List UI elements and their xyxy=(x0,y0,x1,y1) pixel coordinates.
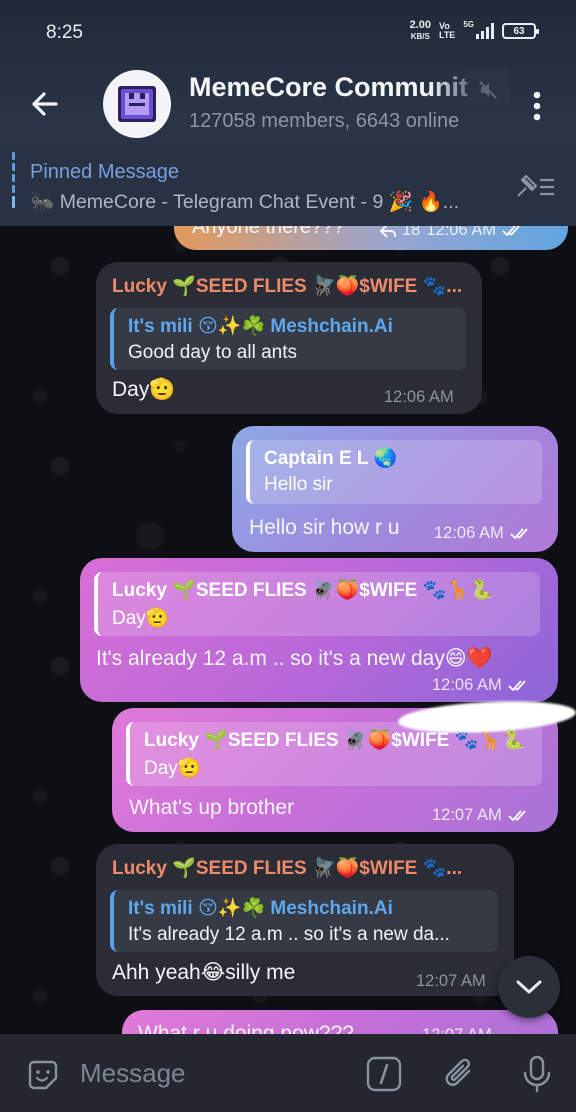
message-meta: 12:07 AM xyxy=(422,1026,492,1034)
message-input[interactable]: Message xyxy=(80,1058,186,1089)
read-receipt-icon xyxy=(510,527,528,539)
attach-paperclip-icon[interactable] xyxy=(442,1054,478,1094)
chat-app-bar: MemeCore Communit 127058 members, 6643 o… xyxy=(0,64,576,146)
reply-preview[interactable]: Captain E L 🌏 Hello sir xyxy=(246,440,542,504)
more-options-icon[interactable] xyxy=(522,86,552,126)
message-time: 12:06 AM xyxy=(426,226,497,239)
reply-author: It's mili 😚✨☘️ Meshchain.Ai xyxy=(128,898,393,919)
back-arrow-icon[interactable] xyxy=(26,84,66,124)
read-receipt-icon xyxy=(502,226,520,236)
reply-preview[interactable]: Lucky 🌱SEED FLIES 🪰🍑$WIFE 🐾🦒🐍 Day🫡 xyxy=(94,572,540,636)
network-type: 5G xyxy=(463,20,474,29)
net-speed: 2.00 KB/S xyxy=(409,19,431,42)
reply-text: Day🫡 xyxy=(112,608,170,629)
chat-subtitle: 127058 members, 6643 online xyxy=(189,110,460,132)
battery-icon: 63 xyxy=(502,23,539,39)
message-meta: 12:06 AM xyxy=(384,388,454,407)
message-time: 12:06 AM xyxy=(432,676,502,694)
top-header: 8:25 2.00 KB/S Vo LTE 5G 63 MemeCore Com… xyxy=(0,0,576,226)
status-time: 8:25 xyxy=(46,22,83,43)
message-text: It's already 12 a.m .. so it's a new day… xyxy=(96,647,493,670)
sender-name[interactable]: Lucky 🌱SEED FLIES 🪰🍑$WIFE 🐾... xyxy=(112,274,462,298)
message-text: Day🫡 xyxy=(112,378,176,401)
reply-text: It's already 12 a.m .. so it's a new da.… xyxy=(128,924,450,945)
group-avatar[interactable] xyxy=(103,70,171,138)
message-bubble-outgoing[interactable]: What r u doing now??? 12:07 AM xyxy=(122,1010,558,1034)
pinned-text: 🐜 MemeCore - Telegram Chat Event - 9 🎉 🔥… xyxy=(30,191,460,213)
chevron-down-icon xyxy=(516,980,542,994)
signal-icon xyxy=(476,23,494,39)
message-composer: Message xyxy=(0,1034,576,1112)
message-time: 12:06 AM xyxy=(434,524,504,542)
reply-text: Day🫡 xyxy=(144,758,202,779)
message-bubble-incoming[interactable]: Lucky 🌱SEED FLIES 🪰🍑$WIFE 🐾... It's mili… xyxy=(96,262,482,414)
reply-arrow-icon xyxy=(380,226,396,238)
message-time: 12:07 AM xyxy=(416,972,486,990)
message-meta: 12:06 AM xyxy=(432,676,532,695)
message-time: 12:06 AM xyxy=(384,388,454,406)
message-text: What r u doing now??? xyxy=(138,1022,354,1034)
message-bubble-outgoing[interactable]: Anyone there??? 18 12:06 AM xyxy=(174,226,568,250)
read-receipt-icon xyxy=(508,809,526,821)
reply-author: Captain E L 🌏 xyxy=(264,448,398,469)
read-receipt-icon xyxy=(508,679,526,691)
pinned-indicator xyxy=(12,152,16,214)
sender-name[interactable]: Lucky 🌱SEED FLIES 🪰🍑$WIFE 🐾... xyxy=(112,856,462,880)
message-time: 12:07 AM xyxy=(432,806,502,824)
message-time: 12:07 AM xyxy=(422,1026,492,1034)
scroll-down-button[interactable] xyxy=(498,956,560,1018)
pinned-message-bar[interactable]: Pinned Message 🐜 MemeCore - Telegram Cha… xyxy=(0,146,576,226)
message-list[interactable]: Anyone there??? 18 12:06 AM Lucky 🌱SEED … xyxy=(0,226,576,1034)
message-meta: 18 12:06 AM xyxy=(380,226,526,240)
microphone-icon[interactable] xyxy=(520,1054,554,1094)
message-text: Ahh yeah😂silly me xyxy=(112,961,296,984)
memecore-logo-icon xyxy=(118,86,156,122)
emoji-sticker-icon[interactable] xyxy=(26,1058,60,1092)
message-bubble-outgoing[interactable]: Captain E L 🌏 Hello sir Hello sir how r … xyxy=(232,426,558,552)
message-meta: 12:06 AM xyxy=(434,524,534,543)
muted-icon xyxy=(479,81,497,99)
status-icons: 2.00 KB/S Vo LTE 5G 63 xyxy=(409,19,539,42)
pinned-title: Pinned Message xyxy=(30,161,179,183)
message-text: Anyone there??? xyxy=(192,226,345,238)
message-text: What's up brother xyxy=(129,796,295,819)
reply-author: Lucky 🌱SEED FLIES 🪰🍑$WIFE 🐾🦒🐍 xyxy=(112,580,494,601)
message-meta: 12:07 AM xyxy=(416,972,486,991)
reply-text: Good day to all ants xyxy=(128,342,297,363)
reply-author: It's mili 😚✨☘️ Meshchain.Ai xyxy=(128,316,393,337)
pin-list-icon[interactable] xyxy=(514,172,556,200)
reply-preview[interactable]: It's mili 😚✨☘️ Meshchain.Ai It's already… xyxy=(110,890,498,952)
reply-preview[interactable]: It's mili 😚✨☘️ Meshchain.Ai Good day to … xyxy=(110,308,466,370)
message-text: Hello sir how r u xyxy=(249,516,400,539)
bot-commands-icon[interactable] xyxy=(366,1056,402,1092)
volte-indicator: Vo LTE xyxy=(438,21,456,40)
message-bubble-outgoing[interactable]: Lucky 🌱SEED FLIES 🪰🍑$WIFE 🐾🦒🐍 Day🫡 It's … xyxy=(80,558,558,702)
reply-text: Hello sir xyxy=(264,474,333,495)
reply-count: 18 xyxy=(402,226,421,239)
status-bar: 8:25 2.00 KB/S Vo LTE 5G 63 xyxy=(0,0,576,64)
message-meta: 12:07 AM xyxy=(432,806,532,825)
message-bubble-incoming[interactable]: Lucky 🌱SEED FLIES 🪰🍑$WIFE 🐾... It's mili… xyxy=(96,844,514,996)
